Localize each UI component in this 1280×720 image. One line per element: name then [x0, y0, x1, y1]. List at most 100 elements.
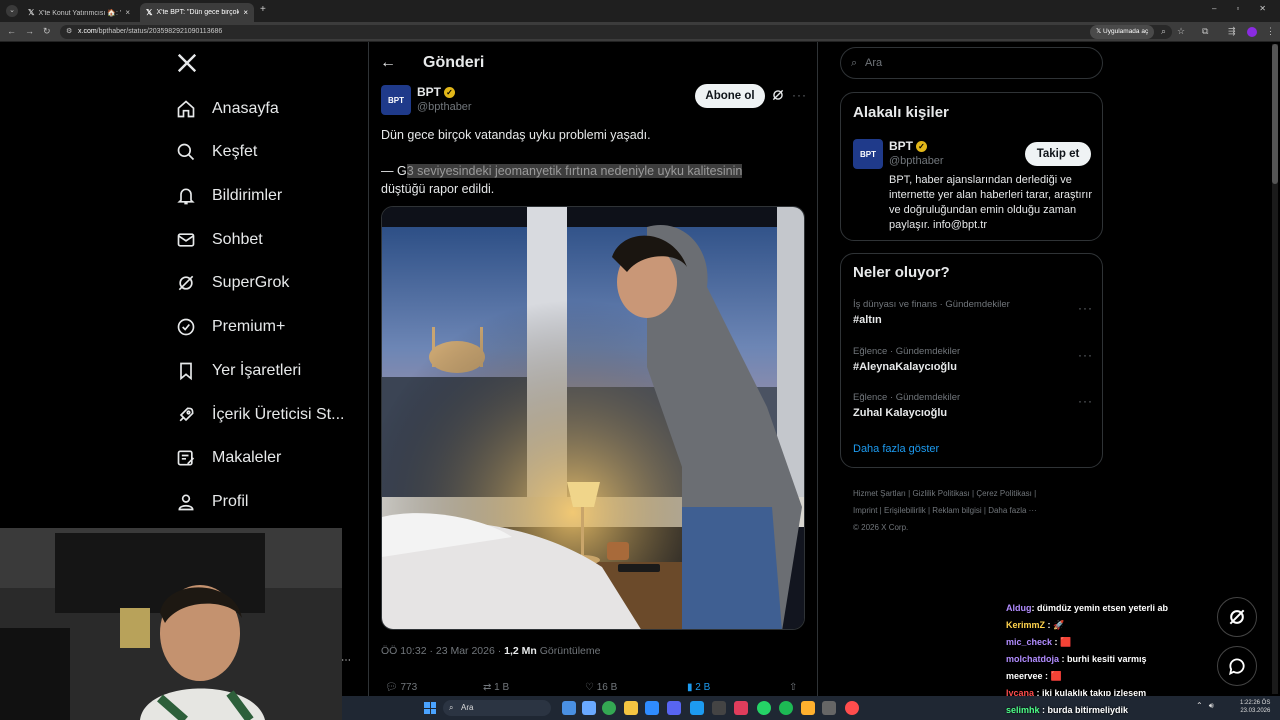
star-icon[interactable]: ☆ [1177, 26, 1185, 37]
taskbar-app-icon[interactable] [801, 701, 815, 715]
profile-avatar[interactable] [1247, 27, 1257, 37]
post-timestamp[interactable]: ÖÖ 10:32 · 23 Mar 2026 · [381, 645, 504, 657]
related-handle[interactable]: @bpthaber [889, 155, 944, 167]
minimize-icon[interactable]: – [1212, 4, 1216, 13]
taskbar-app-icon[interactable] [582, 701, 596, 715]
sidebar-item-home[interactable]: Anasayfa [176, 94, 279, 124]
back-button[interactable]: ← [380, 54, 396, 72]
reply-button[interactable]: 💬︎ 773 [385, 682, 417, 693]
like-button[interactable]: ♡ 16 B [585, 682, 617, 693]
chat-user: molchatdoja [1006, 654, 1060, 664]
search-input[interactable]: ⌕ Ara [840, 47, 1103, 79]
follow-button[interactable]: Takip et [1025, 142, 1091, 166]
sidebar-item-creator-studio[interactable]: İçerik Üreticisi St... [176, 400, 344, 430]
footer-links: Hizmet Şartları | Gizlilik Politikası | … [853, 489, 1037, 532]
sidebar-item-label: Yer İşaretleri [212, 362, 302, 379]
taskbar-app-icon[interactable] [602, 701, 616, 715]
system-tray[interactable]: ⌃ 🔊︎ [1196, 701, 1214, 711]
grok-button[interactable] [1217, 597, 1257, 637]
zoom-icon[interactable]: ⌕ [1161, 26, 1166, 37]
taskbar-app-icon[interactable] [845, 701, 859, 715]
taskbar-search[interactable]: ⌕ Ara [443, 700, 551, 716]
open-in-app-button[interactable]: 𝕏 Uygulamada aç [1090, 25, 1155, 39]
grok-icon[interactable] [771, 88, 785, 107]
sidebar-item-label: Premium+ [212, 318, 286, 335]
reload-icon[interactable]: ↻ [43, 26, 51, 37]
avatar[interactable]: BPT [853, 139, 883, 169]
back-icon[interactable]: ← [7, 26, 16, 36]
avatar[interactable]: BPT [381, 85, 411, 115]
trend-item[interactable]: Eğlence · Gündemdekiler Zuhal Kalaycıoğl… [853, 392, 1093, 419]
sidebar-item-notifications[interactable]: Bildirimler [176, 181, 282, 211]
extensions-icon[interactable]: ⧉ [1202, 26, 1208, 37]
tab-list-button[interactable]: ⌄ [6, 5, 18, 17]
tab-2[interactable]: 𝕏 X'te BPT: "Dün gece birçok vat × [140, 3, 254, 22]
related-people-card: Alakalı kişiler BPT BPT ✓ @bpthaber Taki… [840, 92, 1103, 241]
sidebar-item-explore[interactable]: Keşfet [176, 137, 257, 167]
trend-item[interactable]: Eğlence · Gündemdekiler #AleynaKalaycıoğ… [853, 346, 1093, 373]
url-field[interactable]: ⚙ x.com/bpthaber/status/2035982921090113… [60, 25, 1172, 39]
footer-link[interactable]: Hizmet Şartları [853, 489, 906, 498]
more-options-icon[interactable]: ··· [792, 88, 807, 102]
show-more-link[interactable]: Daha fazla göster [853, 443, 939, 455]
taskbar-app-icon[interactable] [624, 701, 638, 715]
webcam-feed [0, 528, 342, 720]
taskbar-app-icon[interactable] [690, 701, 704, 715]
footer-link[interactable]: Çerez Politikası [976, 489, 1032, 498]
maximize-icon[interactable]: ▫ [1236, 4, 1239, 13]
taskbar-app-icon[interactable] [757, 701, 771, 715]
taskbar-app-icon[interactable] [667, 701, 681, 715]
bookmark-button[interactable]: ▮ 2 B [687, 682, 710, 693]
more-options-icon[interactable]: ··· [1078, 348, 1093, 362]
tab-1[interactable]: 𝕏 X'te Konut Yatırımcısı 🏠: "Hem × [22, 3, 136, 22]
taskbar-app-icon[interactable] [734, 701, 748, 715]
footer-link[interactable]: Reklam bilgisi [932, 506, 981, 515]
forward-icon[interactable]: → [25, 26, 34, 36]
post-text-prefix: — G [381, 164, 407, 178]
taskbar-clock[interactable]: 1:22:26 ÖS 23.03.2026 [1240, 699, 1270, 715]
repost-button[interactable]: ⇄ 1 B [483, 682, 509, 693]
trend-item[interactable]: İş dünyası ve finans · Gündemdekiler #al… [853, 299, 1093, 326]
footer-link[interactable]: Imprint [853, 506, 877, 515]
new-tab-button[interactable]: + [260, 4, 266, 15]
clock-time: 1:22:26 ÖS [1240, 700, 1271, 706]
close-icon[interactable]: × [243, 8, 248, 17]
author-name[interactable]: BPT ✓ [417, 85, 455, 99]
footer-link[interactable]: Daha fazla ··· [988, 506, 1036, 515]
sidebar-item-supergrok[interactable]: SuperGrok [176, 268, 289, 298]
messages-button[interactable] [1217, 646, 1257, 686]
sidebar-item-articles[interactable]: Makaleler [176, 443, 281, 473]
sidebar-item-premium[interactable]: Premium+ [176, 312, 285, 342]
taskbar-app-icon[interactable] [562, 701, 576, 715]
taskbar-app-icon[interactable] [779, 701, 793, 715]
site-info-icon[interactable]: ⚙ [66, 25, 72, 39]
footer-link[interactable]: Gizlilik Politikası [912, 489, 969, 498]
taskbar-app-icon[interactable] [712, 701, 726, 715]
x-logo[interactable] [176, 52, 198, 79]
bell-icon [177, 188, 195, 205]
related-name[interactable]: BPT ✓ [889, 139, 927, 153]
share-icon[interactable]: ⇧ [789, 682, 797, 693]
open-in-app-label: Uygulamada aç [1103, 28, 1149, 35]
start-button[interactable] [424, 702, 436, 714]
sidebar-item-label: Keşfet [212, 143, 258, 160]
chat-message: molchatdoja : burhi kesiti varmış [1006, 654, 1147, 664]
subscribe-button[interactable]: Abone ol [695, 84, 765, 108]
author-handle[interactable]: @bpthaber [417, 101, 472, 113]
scrollbar[interactable] [1272, 44, 1278, 694]
more-options-icon[interactable]: ··· [1078, 394, 1093, 408]
more-options-icon[interactable]: ⋯ [341, 655, 351, 666]
menu-icon[interactable]: ⋮ [1266, 26, 1275, 37]
media-icon[interactable]: ⇶ [1228, 26, 1236, 37]
sidebar-item-chat[interactable]: Sohbet [176, 225, 263, 255]
close-icon[interactable]: × [125, 8, 130, 17]
more-options-icon[interactable]: ··· [1078, 301, 1093, 315]
search-icon [177, 143, 195, 161]
footer-link[interactable]: Erişilebilirlik [884, 506, 926, 515]
post-image[interactable] [381, 206, 805, 630]
taskbar-app-icon[interactable] [645, 701, 659, 715]
close-window-icon[interactable]: ✕ [1259, 4, 1266, 13]
sidebar-item-bookmarks[interactable]: Yer İşaretleri [176, 356, 301, 386]
taskbar-app-icon[interactable] [822, 701, 836, 715]
sidebar-item-profile[interactable]: Profil [176, 487, 248, 517]
